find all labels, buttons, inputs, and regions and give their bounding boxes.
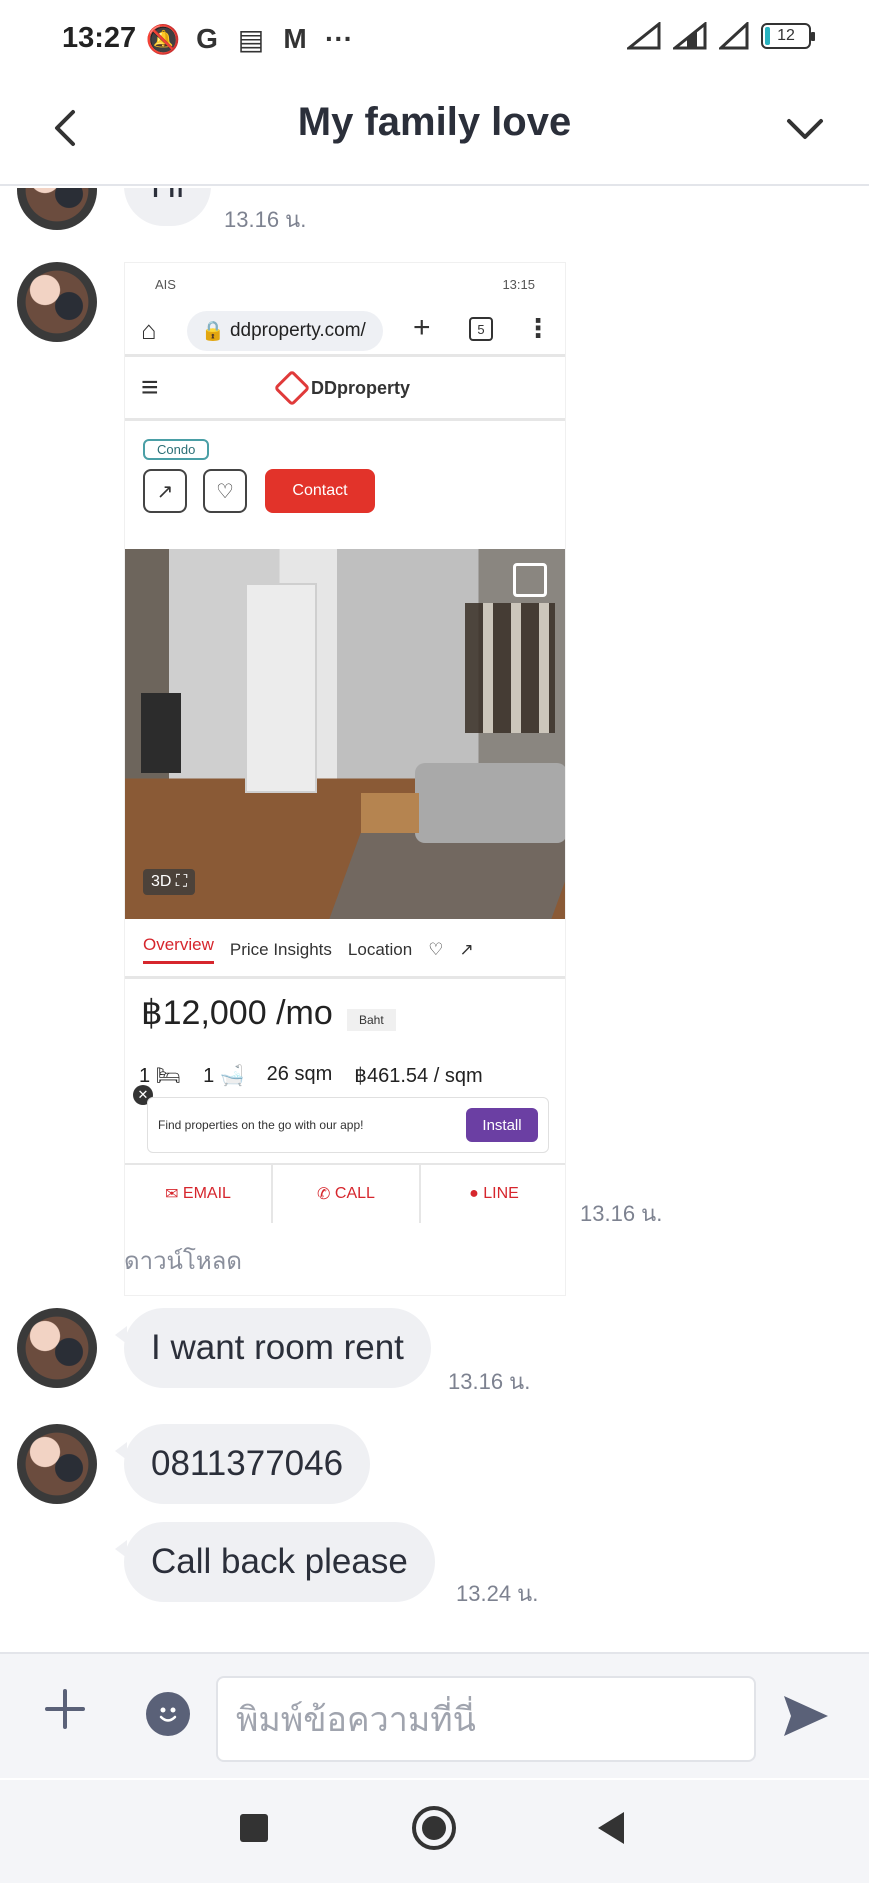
shot-logo: DDproperty [273, 369, 410, 407]
expand-icon [513, 563, 547, 597]
message-bubble[interactable]: I want room rent [115, 1308, 431, 1388]
message-time: 13.16 น. [448, 1369, 531, 1394]
message-time: 13.16 น. [224, 207, 307, 232]
smiley-icon [159, 1707, 177, 1722]
more-vert-icon: ⋮ [525, 313, 551, 343]
photo-tv [141, 693, 181, 773]
gmail-icon: M [283, 23, 307, 54]
hamburger-icon: ≡ [141, 371, 159, 404]
shot-badge: Baht [347, 1009, 396, 1031]
send-icon [784, 1696, 828, 1736]
shot-tab: Price Insights [229, 939, 332, 959]
shot-install: Install [466, 1108, 538, 1142]
more-dots-icon: ··· [325, 23, 353, 54]
download-link[interactable]: ดาวน์โหลด [124, 1241, 242, 1280]
shot-url: 🔒 ddproperty.com/ [187, 311, 383, 351]
signal-icon [627, 22, 661, 50]
notification-icons: 🔕 G ▤ M ··· [146, 20, 356, 58]
heart-icon: ♡ [203, 469, 247, 513]
bed-count: 1 🛏 [139, 1065, 182, 1087]
news-icon: ▤ [237, 23, 265, 55]
shot-line: ● LINE [469, 1185, 519, 1202]
shot-actions: ✉ EMAIL ✆ CALL ● LINE [125, 1163, 565, 1223]
shot-tab: Overview [143, 935, 214, 964]
avatar[interactable] [17, 1424, 97, 1504]
battery-level: 12 [777, 27, 795, 44]
share-icon: ↗ [459, 939, 474, 959]
plus-icon [45, 1689, 85, 1729]
shot-price: ฿12,000 /mo [141, 994, 333, 1032]
home-icon: ⌂ [141, 315, 157, 345]
send-button[interactable] [776, 1688, 836, 1744]
shot-browser-bar: ⌂ 🔒 ddproperty.com/ + 5 ⋮ [125, 303, 565, 357]
photo-frames [465, 603, 555, 733]
message-text: 0811377046 [151, 1444, 344, 1483]
heart-icon: ♡ [428, 939, 444, 959]
chat-title: My family love [297, 100, 572, 144]
avatar[interactable] [17, 262, 97, 342]
shot-status-left: AIS [155, 277, 176, 292]
shot-tab: Location [347, 939, 413, 959]
share-icon: ↗ [143, 469, 187, 513]
shot-3d: 3D ⛶ [143, 869, 196, 895]
message-time: 13.16 น. [580, 1201, 663, 1226]
recent-apps-button[interactable] [240, 1814, 268, 1842]
shot-tabs: Overview Price Insights Location ♡ ↗ [125, 923, 565, 979]
wifi-icon [719, 22, 749, 50]
tabs-icon: 5 [469, 317, 493, 341]
message-input[interactable]: พิมพ์ข้อความที่นี่ [216, 1676, 756, 1762]
shot-call: ✆ CALL [273, 1165, 421, 1223]
message-bubble[interactable]: Call back please [115, 1522, 435, 1602]
shot-app-banner: Find properties on the go with our app! … [147, 1097, 549, 1153]
avatar[interactable] [17, 188, 97, 230]
battery-icon: 12 [761, 23, 815, 49]
shot-site-nav: ≡ DDproperty [125, 359, 565, 421]
photo-sofa [415, 763, 565, 843]
composer: พิมพ์ข้อความที่นี่ [0, 1652, 869, 1778]
back-nav-button[interactable] [598, 1812, 624, 1844]
system-icons: 12 [627, 22, 815, 50]
avatar[interactable] [17, 1308, 97, 1388]
emoji-button[interactable] [146, 1692, 190, 1736]
chat-header: My family love [0, 78, 869, 186]
plus-icon: + [413, 311, 431, 344]
ddproperty-logo-icon [273, 369, 311, 407]
shot-specs: 1 🛏 1 🛁 26 sqm ฿461.54 / sqm [139, 1063, 483, 1088]
image-message[interactable]: AIS 13:15 ⌂ 🔒 ddproperty.com/ + 5 ⋮ ≡ DD… [124, 262, 566, 1296]
message-list[interactable]: Hi 13.16 น. AIS 13:15 ⌂ 🔒 ddproperty.com… [0, 188, 869, 1652]
shot-contact: Contact [265, 469, 375, 513]
menu-toggle-button[interactable] [775, 98, 835, 158]
message-text: Call back please [151, 1542, 408, 1581]
system-nav-bar [0, 1780, 869, 1883]
bell-off-icon: 🔕 [145, 23, 181, 55]
google-icon: G [196, 23, 218, 54]
message-text: I want room rent [151, 1328, 404, 1367]
message-bubble[interactable]: Hi [124, 188, 212, 226]
price-per-sqm: ฿461.54 / sqm [354, 1065, 483, 1087]
message-text: Hi [151, 188, 184, 206]
shot-tag: Condo [143, 439, 210, 460]
shot-email: ✉ EMAIL [125, 1165, 273, 1223]
signal-icon-2 [673, 22, 707, 50]
home-button[interactable] [412, 1806, 456, 1850]
battery-fill [765, 27, 770, 45]
status-time: 13:27 [62, 22, 137, 54]
photo-door [245, 583, 317, 793]
photo-rug [329, 833, 565, 919]
add-attachment-button[interactable] [40, 1684, 90, 1734]
message-time: 13.24 น. [456, 1581, 539, 1606]
shot-status-right: 13:15 [502, 277, 535, 292]
chevron-down-icon [787, 119, 823, 139]
status-bar: 13:27 🔕 G ▤ M ··· 12 [0, 0, 869, 78]
area: 26 sqm [266, 1063, 333, 1085]
bath-count: 1 🛁 [203, 1065, 245, 1087]
photo-table [361, 793, 419, 833]
message-bubble[interactable]: 0811377046 [114, 1424, 371, 1504]
